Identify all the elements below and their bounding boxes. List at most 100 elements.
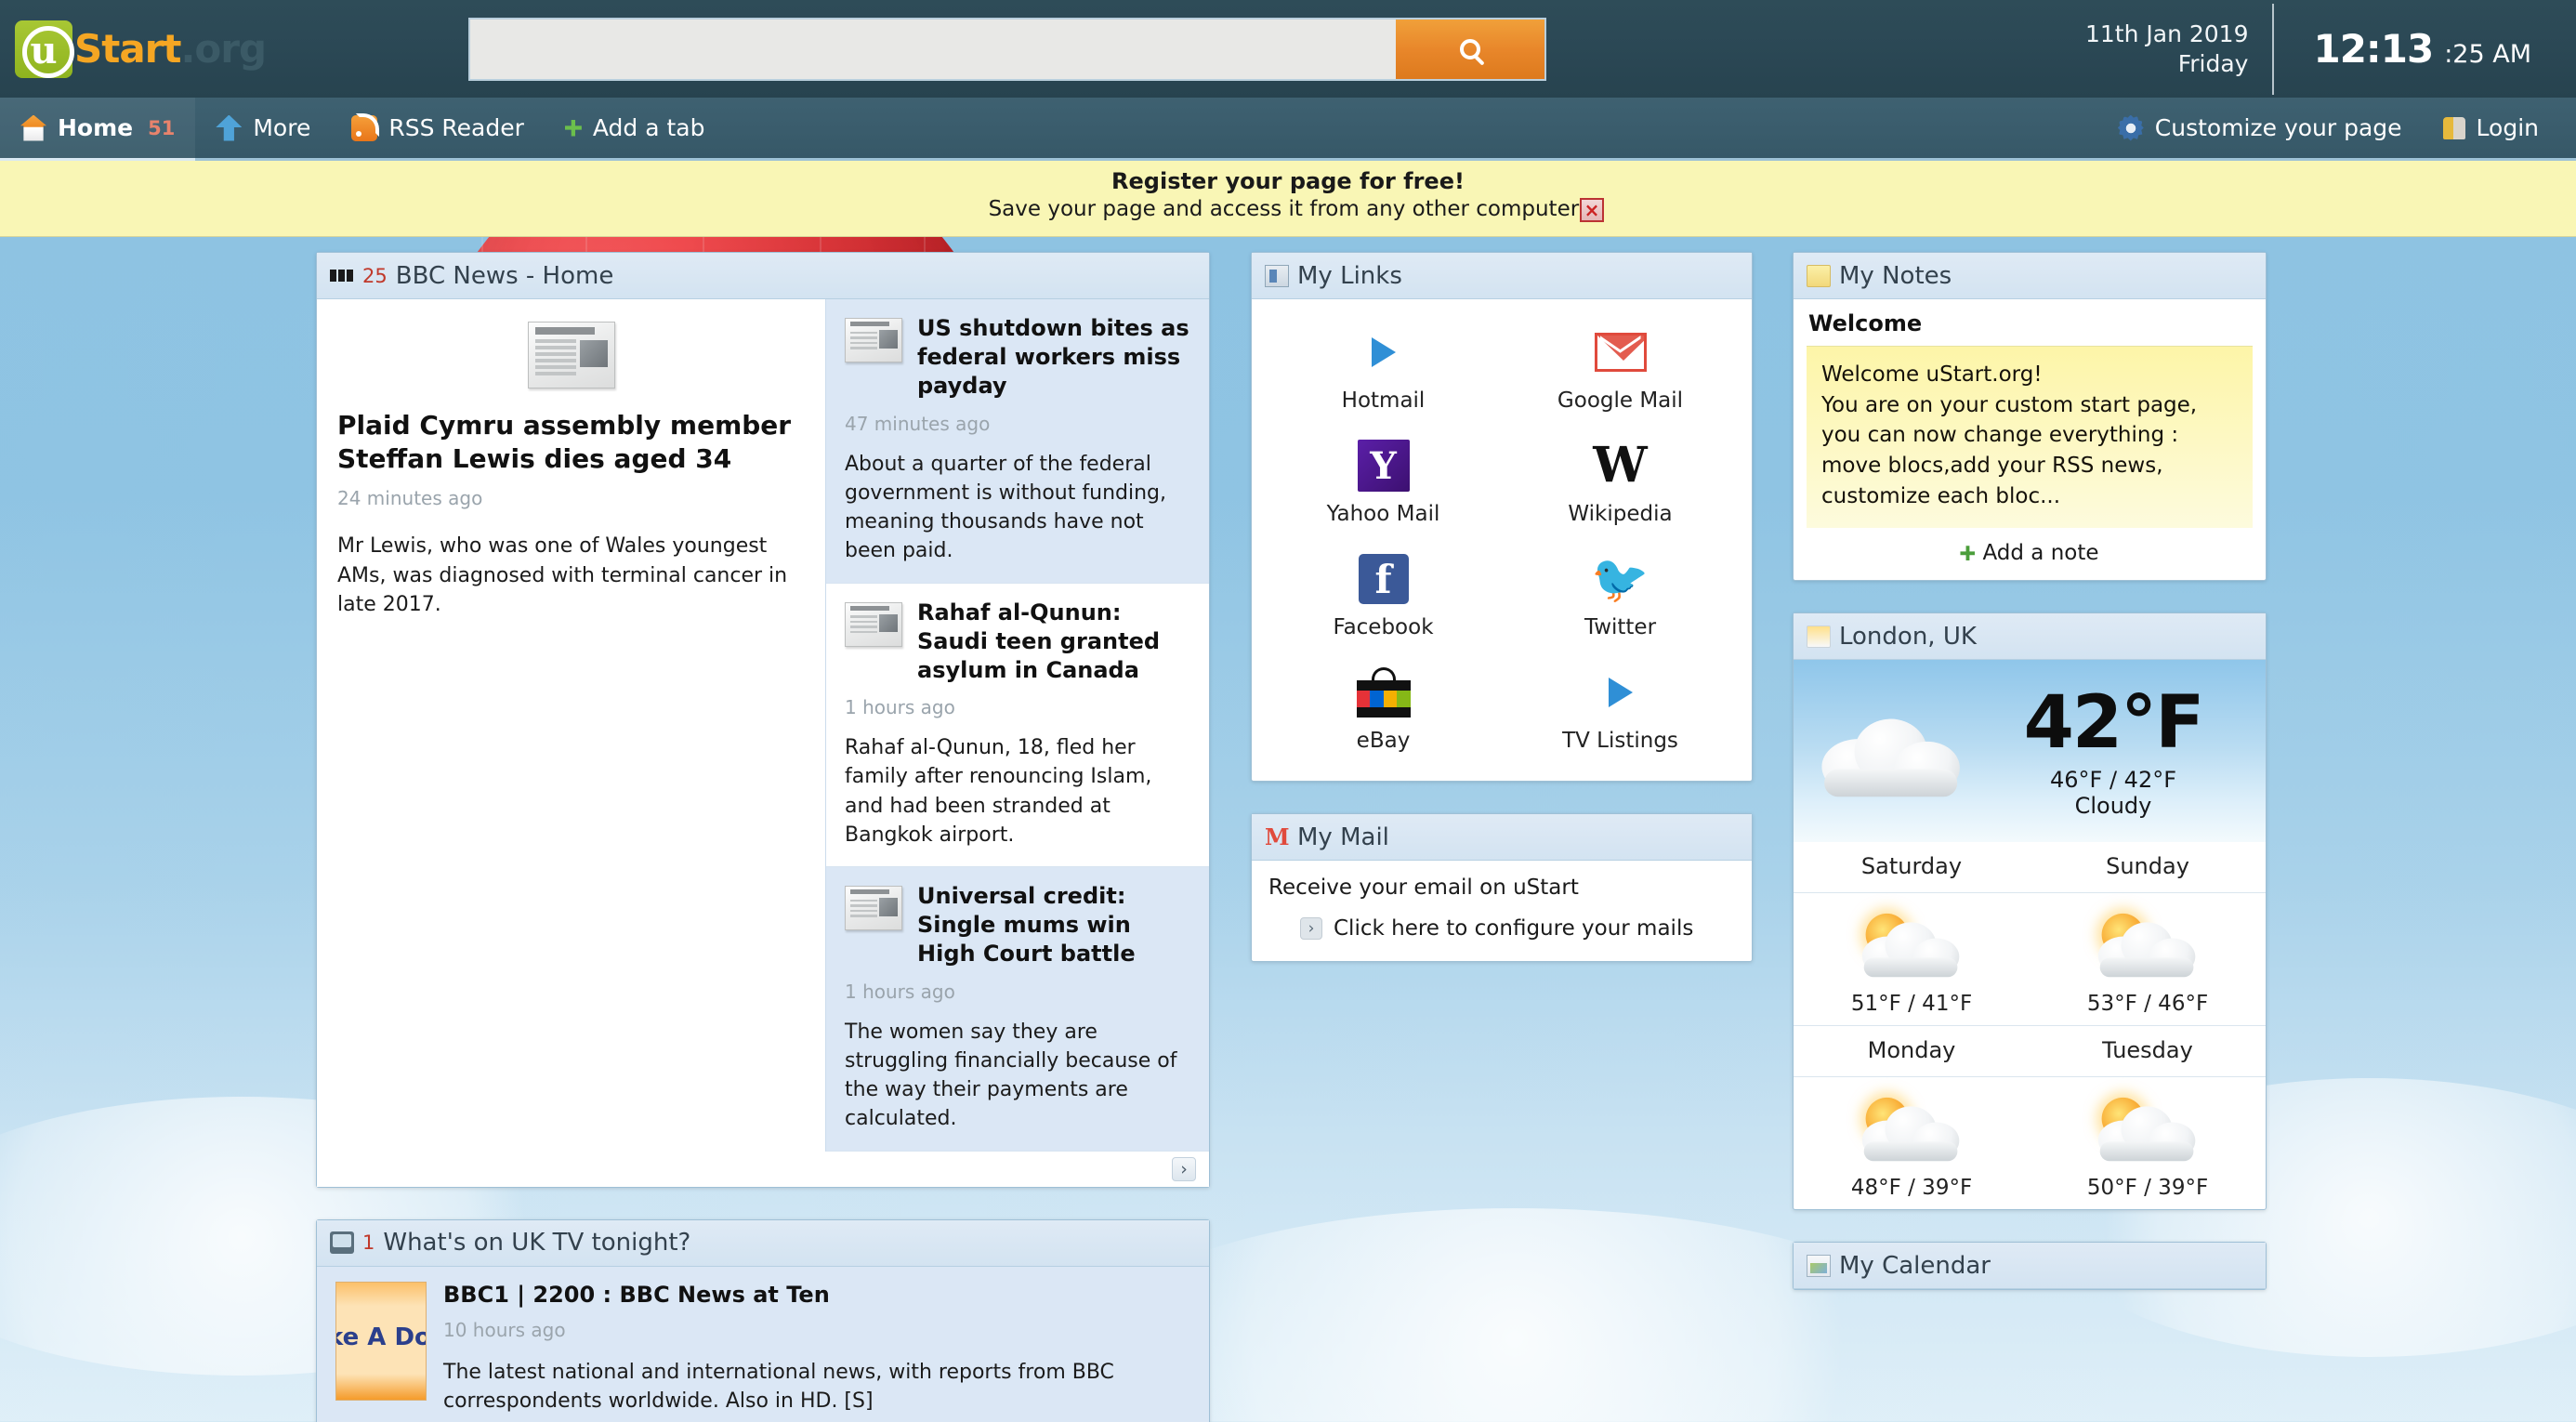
- bbc-item-title[interactable]: Universal credit: Single mums win High C…: [917, 882, 1190, 969]
- block-mail-header[interactable]: M My Mail: [1252, 814, 1752, 861]
- plus-icon: [564, 119, 582, 137]
- rss-icon: [351, 112, 380, 141]
- link-tv-listings-label: TV Listings: [1562, 729, 1678, 753]
- link-hotmail-label: Hotmail: [1341, 388, 1426, 413]
- bbc-item-title[interactable]: Rahaf al-Qunun: Saudi teen granted asylu…: [917, 599, 1190, 686]
- block-calendar-header[interactable]: My Calendar: [1794, 1243, 2266, 1290]
- tab-rss-reader[interactable]: RSS Reader: [331, 98, 545, 158]
- chevron-right-icon[interactable]: ›: [1172, 1156, 1196, 1181]
- block-tv-header[interactable]: 1 What's on UK TV tonight?: [317, 1219, 1209, 1267]
- bbc-lead-time: 24 minutes ago: [337, 486, 483, 509]
- login-button[interactable]: Login: [2423, 114, 2559, 141]
- bbc-lead-desc: Mr Lewis, who was one of Wales youngest …: [337, 533, 788, 617]
- newspaper-thumbnail-icon: [845, 601, 902, 647]
- sun-cloud-icon: [2030, 904, 2266, 988]
- column-widgets: My Notes Welcome Welcome uStart.org! You…: [1793, 252, 2267, 1322]
- search-button[interactable]: [1396, 19, 1545, 79]
- gmail-icon: [1594, 333, 1647, 372]
- forecast-temps: 53°F / 46°F: [2086, 992, 2209, 1017]
- tab-more-label: More: [253, 114, 311, 141]
- forecast-day-label: Saturday: [1860, 853, 1963, 880]
- block-links-header[interactable]: My Links: [1252, 253, 1752, 299]
- block-bbc-header[interactable]: 25 BBC News - Home: [317, 253, 1209, 299]
- close-icon[interactable]: ×: [1580, 198, 1604, 222]
- tv-item-desc: The latest national and international ne…: [443, 1360, 1114, 1413]
- search-input[interactable]: [470, 19, 1397, 79]
- link-twitter[interactable]: 🐦 Twitter: [1502, 550, 1739, 639]
- forecast-day-label: Tuesday: [2102, 1037, 2193, 1064]
- date-text: 11th Jan 2019: [2084, 20, 2249, 47]
- bbc-news-item[interactable]: Rahaf al-Qunun: Saudi teen granted asylu…: [826, 583, 1209, 867]
- home-icon: [20, 114, 46, 141]
- block-weather-header[interactable]: London, UK: [1794, 613, 2266, 661]
- bbc-lead-title[interactable]: Plaid Cymru assembly member Steffan Lewi…: [337, 409, 805, 476]
- note-text[interactable]: Welcome uStart.org! You are on your cust…: [1807, 346, 2253, 529]
- key-icon: [2442, 116, 2465, 139]
- tab-home[interactable]: Home 51: [0, 98, 196, 161]
- logo-start-text: Start: [74, 26, 181, 72]
- block-notes-header[interactable]: My Notes: [1794, 253, 2266, 299]
- forecast-temps: 48°F / 39°F: [1850, 1176, 1973, 1201]
- link-hotmail[interactable]: Hotmail: [1265, 323, 1502, 413]
- site-logo[interactable]: u Start.org: [15, 20, 267, 78]
- plus-icon: [1960, 546, 1976, 561]
- link-google-mail-label: Google Mail: [1557, 388, 1684, 413]
- tab-more[interactable]: More: [195, 98, 331, 158]
- play-triangle-icon: [1371, 337, 1396, 367]
- bbc-item-time: 47 minutes ago: [845, 412, 991, 435]
- sun-cloud-icon: [2030, 1088, 2266, 1172]
- link-google-mail[interactable]: Google Mail: [1502, 323, 1739, 413]
- date-display: 11th Jan 2019 Friday: [2085, 20, 2273, 79]
- bbc-item-desc: About a quarter of the federal governmen…: [845, 452, 1166, 563]
- tab-add-a-tab[interactable]: Add a tab: [545, 98, 726, 158]
- tv-icon: [330, 1231, 354, 1254]
- weather-current: 42°F 46°F / 42°F Cloudy: [1794, 660, 2266, 843]
- facebook-icon: f: [1358, 554, 1409, 604]
- link-facebook[interactable]: f Facebook: [1265, 550, 1502, 639]
- tv-item-title[interactable]: BBC1 | 2200 : BBC News at Ten: [443, 1282, 1190, 1308]
- header-divider: [2272, 3, 2275, 95]
- bbc-logo-icon: [330, 265, 354, 287]
- link-ebay-label: eBay: [1356, 729, 1411, 753]
- tab-navigation-bar: Home 51 More RSS Reader Add a tab Custom…: [0, 98, 2576, 161]
- cloud-icon: [1808, 718, 1976, 797]
- bbc-news-item[interactable]: Universal credit: Single mums win High C…: [826, 867, 1209, 1152]
- note-heading: Welcome: [1808, 310, 1923, 336]
- link-ebay[interactable]: eBay: [1265, 664, 1502, 753]
- bbc-item-title[interactable]: US shutdown bites as federal workers mis…: [917, 314, 1190, 402]
- bbc-lead-article[interactable]: Plaid Cymru assembly member Steffan Lewi…: [317, 299, 826, 1152]
- banner-subtitle: Save your page and access it from any ot…: [988, 197, 1588, 221]
- add-note-label: Add a note: [1982, 541, 2099, 566]
- notes-title: My Notes: [1839, 261, 1952, 290]
- logo-org-text: .org: [180, 26, 267, 72]
- time-seconds-ampm: :25 AM: [2444, 40, 2531, 69]
- forecast-day-label: Monday: [1867, 1037, 1956, 1064]
- bbc-title: BBC News - Home: [395, 261, 614, 290]
- bbc-count: 25: [362, 264, 388, 287]
- tv-thumbnail-image: ke A Donat: [335, 1281, 427, 1401]
- tv-thumbnail-text: ke A Donat: [336, 1323, 426, 1351]
- logo-mark-icon: u: [15, 20, 74, 78]
- link-tv-listings[interactable]: TV Listings: [1502, 664, 1739, 753]
- block-my-notes: My Notes Welcome Welcome uStart.org! You…: [1793, 252, 2267, 582]
- block-uk-tv: 1 What's on UK TV tonight? ke A Donat BB…: [316, 1218, 1210, 1422]
- mail-title: My Mail: [1297, 823, 1389, 851]
- forecast-cell: 51°F / 41°F: [1794, 893, 2030, 1025]
- configure-mails-link[interactable]: › Click here to configure your mails: [1268, 916, 1735, 941]
- tab-home-count: 51: [148, 116, 176, 139]
- customize-label: Customize your page: [2154, 114, 2402, 141]
- twitter-icon: 🐦: [1591, 552, 1649, 606]
- link-twitter-label: Twitter: [1584, 615, 1657, 639]
- calendar-title: My Calendar: [1839, 1251, 1991, 1280]
- wikipedia-icon: W: [1593, 437, 1648, 494]
- link-wikipedia[interactable]: W Wikipedia: [1502, 437, 1739, 527]
- column-news: 25 BBC News - Home Plaid Cymru assembly …: [316, 252, 1210, 1422]
- forecast-cell: 48°F / 39°F: [1794, 1077, 2030, 1209]
- bbc-news-item[interactable]: US shutdown bites as federal workers mis…: [826, 299, 1209, 584]
- tab-rss-label: RSS Reader: [388, 114, 524, 141]
- link-yahoo-mail[interactable]: Y Yahoo Mail: [1265, 437, 1502, 526]
- customize-page-button[interactable]: Customize your page: [2097, 114, 2423, 141]
- tv-list-item[interactable]: ke A Donat BBC1 | 2200 : BBC News at Ten…: [317, 1266, 1209, 1422]
- search-bar[interactable]: [468, 17, 1547, 81]
- add-note-button[interactable]: Add a note: [1794, 528, 2266, 580]
